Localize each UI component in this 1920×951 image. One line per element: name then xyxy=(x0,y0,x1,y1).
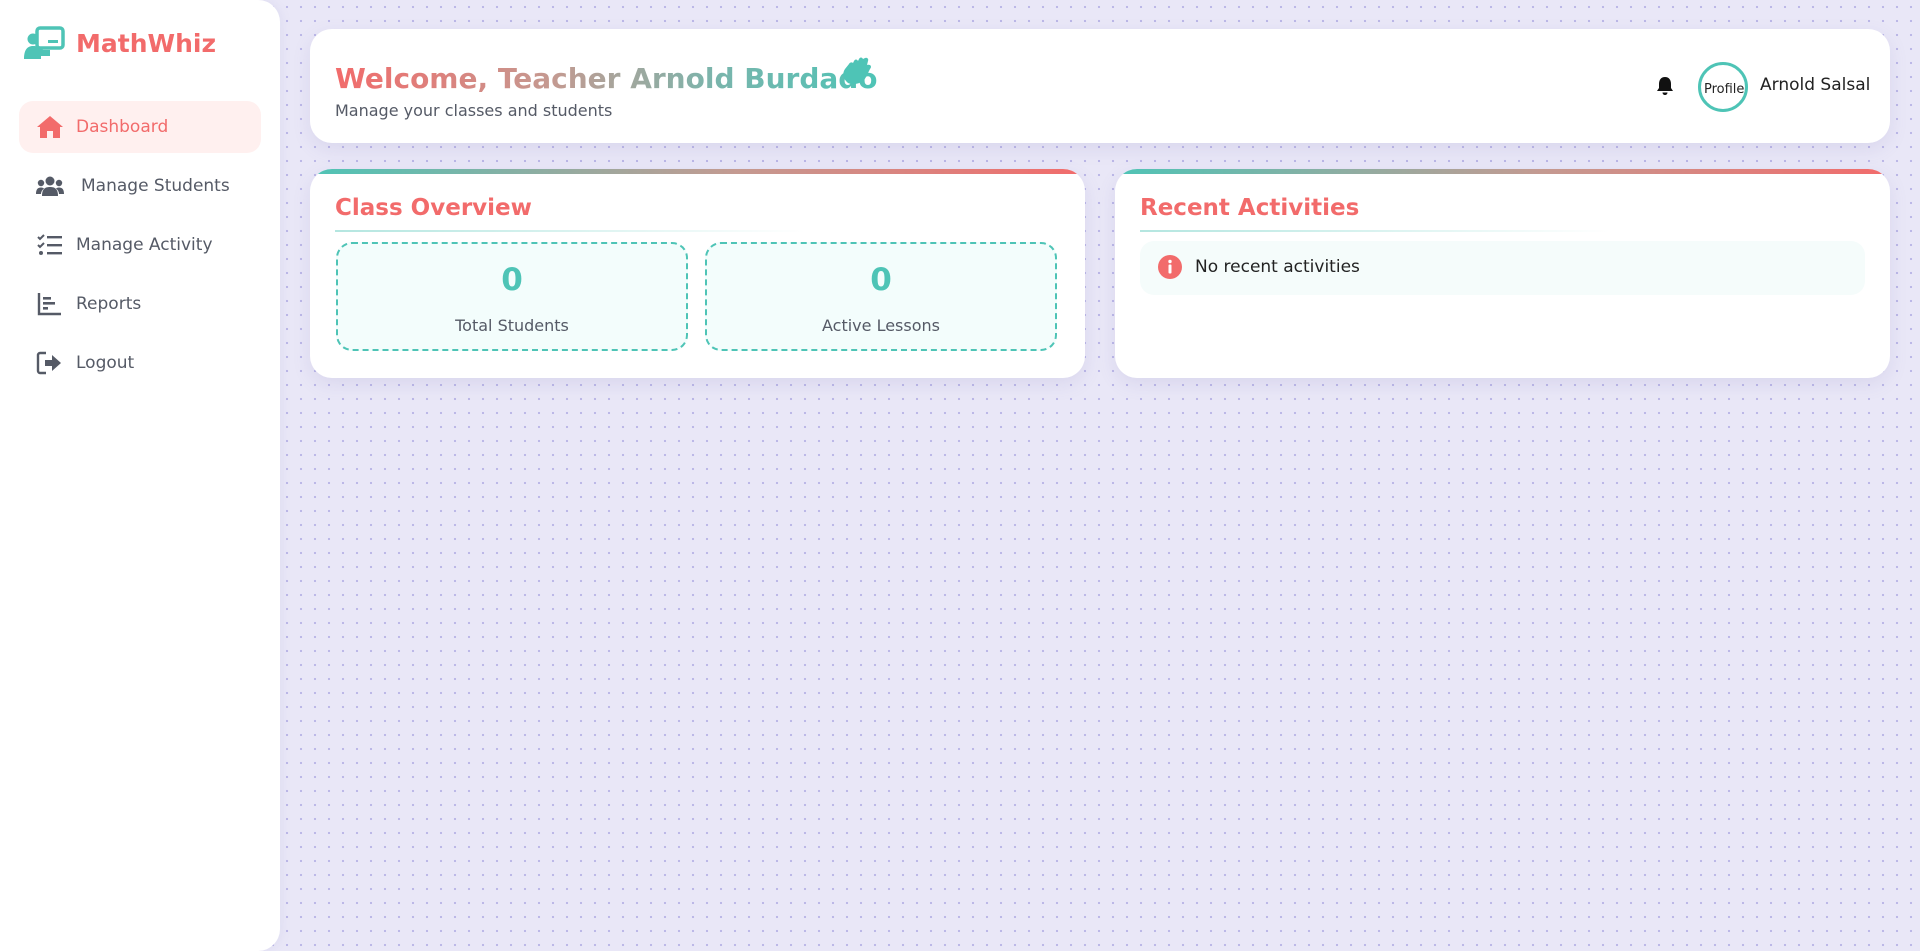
users-icon xyxy=(36,174,64,198)
empty-activities-notice: No recent activities xyxy=(1140,241,1865,295)
sidebar-item-dashboard[interactable]: Dashboard xyxy=(19,101,261,153)
chalkboard-teacher-icon xyxy=(24,26,66,60)
welcome-header: Welcome, Teacher Arnold Burdado Manage y… xyxy=(310,29,1890,143)
stat-active-lessons: 0 Active Lessons xyxy=(705,242,1057,351)
sidebar: MathWhiz Dashboard Manage Students Manag… xyxy=(0,0,280,951)
card-accent-bar xyxy=(1115,169,1890,174)
sidebar-item-manage-students[interactable]: Manage Students xyxy=(19,160,261,212)
stat-value: 0 xyxy=(870,262,892,298)
brand[interactable]: MathWhiz xyxy=(24,26,216,60)
sidebar-item-logout[interactable]: Logout xyxy=(19,337,261,389)
user-name[interactable]: Arnold Salsal xyxy=(1760,75,1870,95)
sign-out-icon xyxy=(36,351,64,375)
sidebar-item-label: Manage Activity xyxy=(76,235,213,255)
empty-activities-text: No recent activities xyxy=(1195,257,1360,277)
page-subtitle: Manage your classes and students xyxy=(335,101,613,120)
class-overview-title: Class Overview xyxy=(335,195,532,221)
stat-value: 0 xyxy=(501,262,523,298)
waving-hand-icon xyxy=(840,53,874,87)
stat-label: Total Students xyxy=(455,316,569,335)
sidebar-nav: Dashboard Manage Students Manage Activit… xyxy=(19,101,261,396)
home-icon xyxy=(36,115,64,139)
class-overview-card: Class Overview 0 Total Students 0 Active… xyxy=(310,169,1085,378)
tasks-icon xyxy=(36,233,64,257)
sidebar-item-manage-activity[interactable]: Manage Activity xyxy=(19,219,261,271)
info-circle-icon xyxy=(1158,255,1182,279)
bell-icon[interactable] xyxy=(1656,76,1674,96)
title-underline xyxy=(335,230,805,232)
stat-total-students: 0 Total Students xyxy=(336,242,688,351)
page-title: Welcome, Teacher Arnold Burdado xyxy=(335,62,878,95)
recent-activities-card: Recent Activities No recent activities xyxy=(1115,169,1890,378)
sidebar-item-label: Dashboard xyxy=(76,117,169,137)
sidebar-item-reports[interactable]: Reports xyxy=(19,278,261,330)
title-underline xyxy=(1140,230,1610,232)
brand-name: MathWhiz xyxy=(76,28,216,58)
chart-bar-icon xyxy=(36,292,64,316)
card-accent-bar xyxy=(310,169,1085,174)
stat-label: Active Lessons xyxy=(822,316,940,335)
avatar[interactable]: Profile xyxy=(1698,62,1748,112)
sidebar-item-label: Manage Students xyxy=(81,176,230,196)
sidebar-item-label: Logout xyxy=(76,353,135,373)
sidebar-item-label: Reports xyxy=(76,294,142,314)
recent-activities-title: Recent Activities xyxy=(1140,195,1360,221)
avatar-alt-text: Profile xyxy=(1704,82,1745,97)
